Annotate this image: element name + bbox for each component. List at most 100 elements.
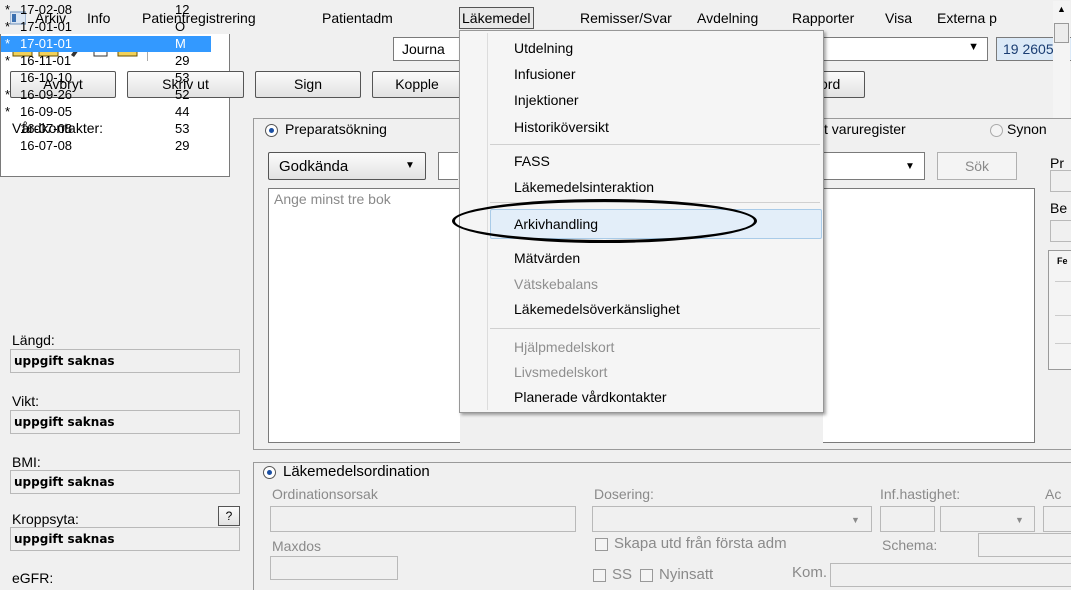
visit-date: 16-09-26 (20, 87, 73, 102)
chevron-down-icon: ▼ (968, 41, 979, 53)
visit-row[interactable]: * 17-01-01 M (1, 36, 211, 52)
visit-code: 53 (175, 121, 190, 136)
ss-checkbox[interactable] (593, 569, 606, 582)
rate-unit-dropdown[interactable]: ▼ (940, 506, 1035, 532)
new-checkbox[interactable] (640, 569, 653, 582)
search-input-tail[interactable]: ▼ (823, 152, 925, 180)
visit-row[interactable]: 16-10-10 53 (1, 70, 211, 86)
chevron-down-icon: ▼ (905, 161, 915, 172)
chevron-down-icon: ▼ (1015, 515, 1024, 525)
visit-row[interactable]: * 17-02-08 12 (1, 2, 211, 18)
menu-item-fass[interactable]: FASS (514, 153, 550, 169)
filter-dropdown[interactable]: Godkända ▼ (268, 152, 426, 180)
visit-code: 12 (175, 2, 190, 17)
bsa-label: Kroppsyta: (12, 511, 79, 527)
chevron-down-icon: ▼ (851, 515, 860, 525)
menu-visa[interactable]: Visa (885, 8, 912, 28)
visit-date: 17-01-01 (20, 36, 73, 51)
bsa-value: uppgift saknas (10, 527, 240, 551)
bmi-label: BMI: (12, 454, 41, 470)
visit-star: * (5, 53, 11, 68)
visit-code: 52 (175, 87, 190, 102)
menu-item-historikoversikt[interactable]: Historiköversikt (514, 119, 609, 135)
kom-field[interactable] (830, 563, 1071, 587)
visit-code: O (175, 19, 186, 34)
patient-combo-value: 19 2605 (1003, 41, 1054, 57)
visit-date: 16-11-01 (20, 53, 72, 68)
filter-dropdown-value: Godkända (279, 158, 349, 175)
menu-item-utdelning[interactable]: Utdelning (514, 40, 573, 56)
rate-field[interactable] (880, 506, 935, 532)
annotation-oval (452, 199, 757, 243)
menu-avdelning[interactable]: Avdelning (697, 8, 758, 28)
dosing-label: Dosering: (594, 486, 654, 502)
ordination-radio[interactable] (263, 466, 276, 479)
bmi-value: uppgift saknas (10, 470, 240, 494)
maxdos-field[interactable] (270, 556, 398, 580)
ordination-title: Läkemedelsordination (283, 463, 430, 480)
create-label: Skapa utd från första adm (614, 535, 787, 552)
reason-field[interactable] (270, 506, 576, 532)
visit-row[interactable]: 16-07-08 29 (1, 138, 211, 154)
synonym-radio[interactable] (990, 124, 1003, 137)
menu-item-matvarden[interactable]: Mätvärden (514, 250, 580, 266)
visit-date: 17-02-08 (20, 2, 73, 17)
weight-label: Vikt: (12, 393, 39, 409)
bsa-help-button[interactable]: ? (218, 506, 240, 526)
create-checkbox[interactable] (595, 538, 608, 551)
ac-field[interactable] (1043, 506, 1071, 532)
visit-star: * (5, 87, 11, 102)
menu-lakemedel[interactable]: Läkemedel (459, 7, 534, 29)
menu-item-planerade-vardkontakter[interactable]: Planerade vårdkontakter (514, 389, 667, 405)
visit-date: 17-01-01 (20, 19, 73, 34)
link-button[interactable]: Kopple (372, 71, 462, 98)
menu-patientadm[interactable]: Patientadm (322, 8, 393, 28)
visit-row[interactable]: * 16-11-01 29 (1, 53, 211, 69)
visit-star: * (5, 19, 11, 34)
kom-label: Kom. (792, 564, 828, 581)
menu-rapporter[interactable]: Rapporter (792, 8, 854, 28)
schema-field[interactable] (978, 533, 1071, 557)
ss-label: SS (612, 566, 633, 583)
ac-label: Ac (1045, 486, 1062, 502)
visit-date: 16-09-05 (20, 104, 73, 119)
menu-item-hjalpmedelskort: Hjälpmedelskort (514, 339, 615, 355)
menu-remisser-svar[interactable]: Remisser/Svar (580, 8, 672, 28)
reason-label: Ordinationsorsak (272, 486, 378, 502)
rate-label: Inf.hastighet: (880, 486, 961, 502)
menu-item-lakemedelsinteraktion[interactable]: Läkemedelsinteraktion (514, 179, 654, 195)
right-field-2 (1050, 220, 1071, 242)
visit-row[interactable]: 16-07-08 53 (1, 121, 211, 137)
dosing-dropdown[interactable]: ▼ (592, 506, 872, 532)
view-combo-tail[interactable]: ▼ (823, 37, 988, 61)
menu-item-injektioner[interactable]: Injektioner (514, 92, 579, 108)
preparat-radio-label: Preparatsökning (285, 121, 387, 137)
menu-item-lakemedelsoverkanslighet[interactable]: Läkemedelsöverkänslighet (514, 301, 680, 317)
visit-code: 29 (175, 138, 190, 153)
view-combo[interactable]: Journa (393, 37, 463, 61)
menu-separator (490, 144, 820, 145)
right-grid: Fe (1048, 250, 1071, 370)
visit-row[interactable]: * 16-09-05 44 (1, 104, 211, 120)
visit-star: * (5, 2, 11, 17)
menu-externa[interactable]: Externa p (937, 8, 997, 28)
results-list[interactable]: Ange minst tre bok (268, 188, 460, 443)
search-button[interactable]: Sök (937, 152, 1017, 180)
preparat-radio[interactable] (265, 124, 278, 137)
visit-date: 16-07-08 (20, 138, 73, 153)
visit-row[interactable]: * 16-09-26 52 (1, 87, 211, 103)
view-combo-value: Journa (402, 41, 445, 57)
visit-code: M (175, 36, 186, 51)
visit-date: 16-07-08 (20, 121, 73, 136)
right-label-be: Be (1050, 200, 1068, 216)
menu-item-infusioner[interactable]: Infusioner (514, 66, 575, 82)
search-input[interactable] (438, 152, 458, 180)
varuregister-radio-label: t varuregister (824, 121, 906, 137)
sign-button[interactable]: Sign (255, 71, 361, 98)
schema-label: Schema: (882, 537, 938, 553)
synonym-radio-label: Synon (1007, 121, 1047, 137)
visits-list[interactable]: * 17-02-08 12 * 17-01-01 O * 17-01-01 M * 16-11-01… (0, 0, 1070, 177)
visit-code: 44 (175, 104, 190, 119)
visit-row[interactable]: * 17-01-01 O (1, 19, 211, 35)
results-hint: Ange minst tre bok (274, 191, 391, 207)
